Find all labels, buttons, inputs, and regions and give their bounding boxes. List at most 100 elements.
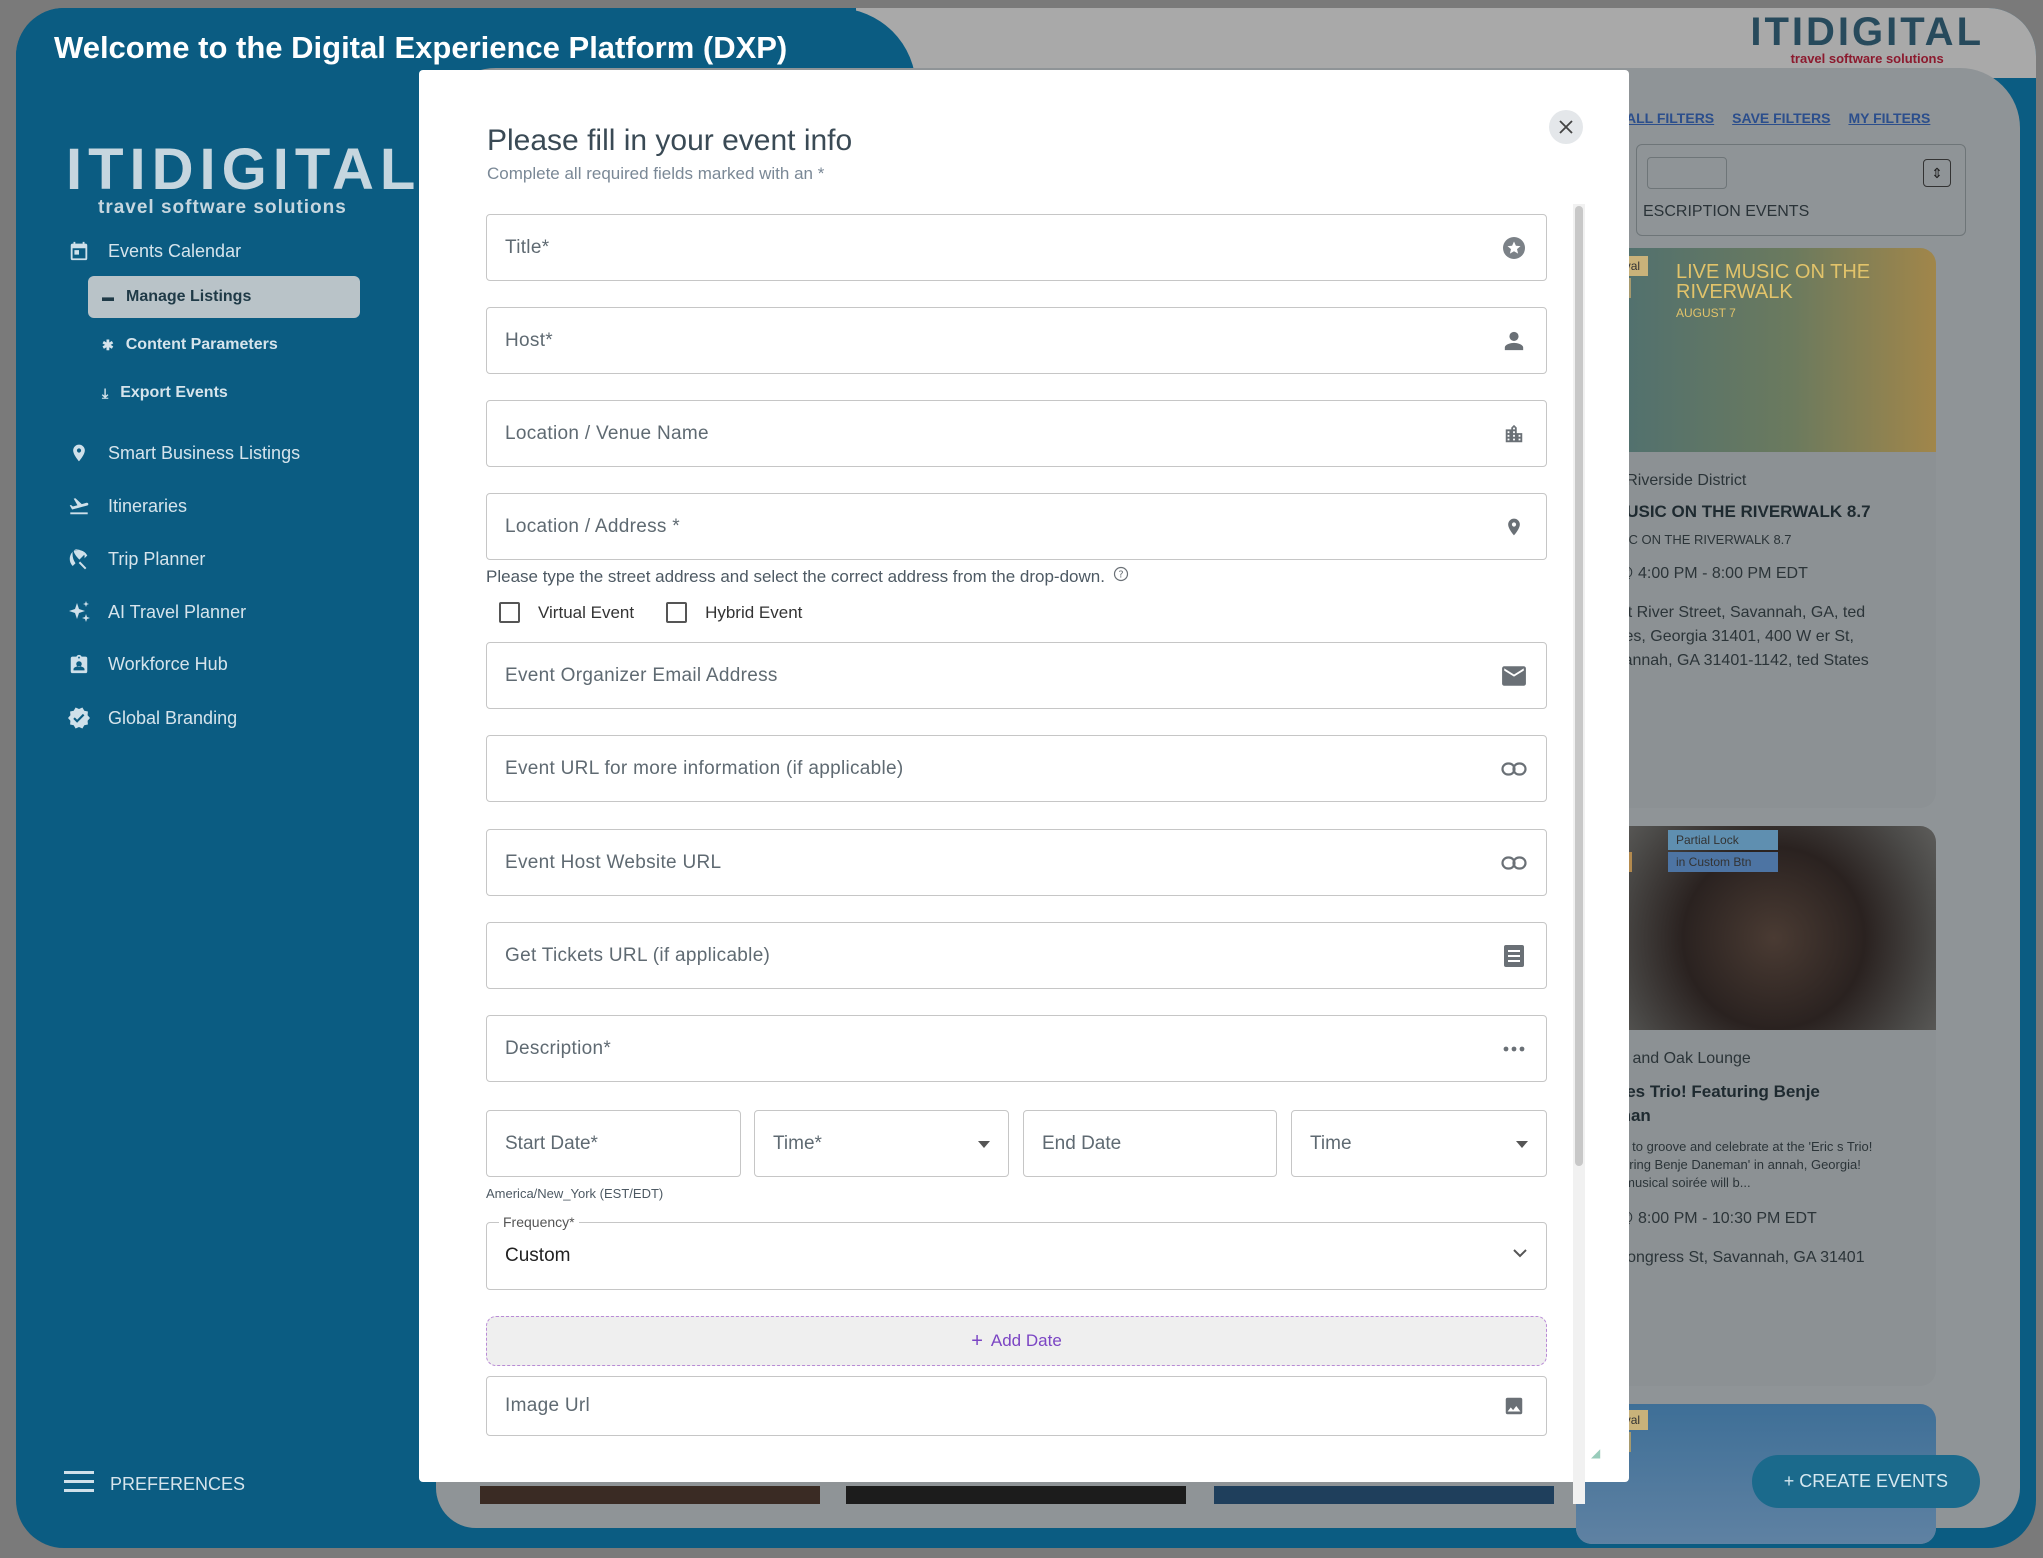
add-date-button[interactable]: + Add Date [486,1316,1547,1366]
event-address: West River Street, Savannah, GA, ted Sta… [1596,604,1869,669]
title-field[interactable]: Title* [486,214,1547,281]
image-url-label: Image Url [505,1395,591,1416]
expand-filters-button[interactable]: ⇕ [1923,159,1951,187]
calendar-icon [66,238,92,264]
add-date-label: Add Date [990,1331,1062,1350]
sidebar-item-ai-travel-planner[interactable]: AI Travel Planner [66,599,246,625]
map-pin-icon [1500,513,1528,541]
sidebar-item-smart-business-listings[interactable]: Smart Business Listings [66,440,300,466]
frequency-label: Frequency* [499,1214,579,1230]
filter-box: ⇕ ESCRIPTION EVENTS [1636,144,1966,236]
sidebar-item-label: Trip Planner [108,548,206,569]
sidebar-logo: ITIDIGITAL travel software solutions [66,136,421,219]
event-info-modal: Please fill in your event info Complete … [419,70,1629,1504]
sidebar: ITIDIGITAL travel software solutions Eve… [16,88,436,1548]
caret-down-icon [978,1135,990,1153]
event-thumbnail [846,1486,1186,1504]
sidebar-subitem-manage-listings[interactable]: ▬ Manage Listings [88,276,360,318]
organizer-email-label: Event Organizer Email Address [505,664,778,686]
event-venue: ickel and Oak Lounge [1596,1050,1751,1067]
start-time-label: Time* [773,1132,822,1154]
preferences-button[interactable]: PREFERENCES [64,1469,245,1500]
address-helper: Please type the street address and selec… [486,566,1129,587]
event-photo: proved entbrite Partial Lock in Custom B… [1576,826,1936,1030]
event-card[interactable]: LIVE MUSIC ON THE RIVERWALK AUGUST 7 g a… [1576,248,1936,808]
sidebar-item-itineraries[interactable]: Itineraries [66,493,187,519]
host-website-field[interactable]: Event Host Website URL [486,829,1547,896]
sidebar-subitem-content-parameters[interactable]: ✱ Content Parameters [88,324,360,366]
event-card[interactable]: proved entbrite Partial Lock in Custom B… [1576,826,1936,1386]
close-button[interactable] [1549,110,1583,144]
sidebar-logo-word: ITIDIGITAL [66,137,422,202]
help-icon[interactable]: ? [1113,566,1129,587]
filter-input[interactable] [1647,157,1727,189]
star-icon [1500,234,1528,262]
sidebar-subitem-label: Manage Listings [126,288,252,305]
save-filters-link[interactable]: SAVE FILTERS [1732,110,1830,126]
plane-icon [66,493,92,519]
venue-name-field[interactable]: Location / Venue Name [486,400,1547,467]
sidebar-item-label: Workforce Hub [108,653,228,674]
end-date-field[interactable]: End Date [1023,1110,1277,1177]
sidebar-item-label: Itineraries [108,495,188,516]
modal-subtitle: Complete all required fields marked with… [487,164,825,183]
end-time-label: Time [1310,1132,1352,1154]
verified-icon [66,705,92,731]
tickets-url-field[interactable]: Get Tickets URL (if applicable) [486,922,1547,989]
sidebar-item-workforce-hub[interactable]: Workforce Hub [66,651,228,677]
sidebar-item-events-calendar[interactable]: Events Calendar [66,238,241,264]
address-field[interactable]: Location / Address * [486,493,1547,560]
checkbox-box[interactable] [499,602,520,623]
address-field-label: Location / Address * [505,515,680,537]
sidebar-subitem-label: Export Events [120,384,228,401]
frequency-select[interactable]: Frequency* Custom [486,1214,1547,1290]
person-icon [1500,327,1528,355]
download-icon: ⤓ [102,384,109,401]
organizer-email-field[interactable]: Event Organizer Email Address [486,642,1547,709]
hybrid-event-checkbox[interactable]: Hybrid Event [666,602,802,623]
building-icon [1500,420,1528,448]
sidebar-item-label: Events Calendar [108,240,242,261]
virtual-event-checkbox[interactable]: Virtual Event [499,602,634,623]
all-filters-link[interactable]: ALL FILTERS [1626,110,1714,126]
map-pin-icon [66,440,92,466]
close-icon [1559,120,1573,134]
description-field[interactable]: Description* [486,1015,1547,1082]
start-time-select[interactable]: Time* [754,1110,1009,1177]
event-title: E MUSIC ON THE RIVERWALK 8.7 [1596,502,1871,521]
sidebar-item-trip-planner[interactable]: Trip Planner [66,546,205,572]
checkbox-box[interactable] [666,602,688,623]
sidebar-subitem-export-events[interactable]: ⤓ Export Events [88,372,360,414]
event-thumbnail [1214,1486,1554,1504]
filter-desc-label: ESCRIPTION EVENTS [1643,203,1810,220]
svg-text:?: ? [1118,570,1123,581]
event-date: j 7 @ 8:00 PM - 10:30 PM EDT [1596,1210,1817,1227]
preferences-label: PREFERENCES [110,1474,246,1494]
event-date: j 7 @ 4:00 PM - 8:00 PM EDT [1596,565,1808,582]
more-icon [1500,1035,1528,1063]
sidebar-item-global-branding[interactable]: Global Branding [66,705,237,731]
virtual-event-label: Virtual Event [538,602,635,622]
list-icon: ▬ [102,290,114,304]
scrollbar-thumb[interactable] [1575,206,1583,1166]
frequency-value: Custom [505,1245,571,1266]
caret-down-icon [1516,1135,1528,1153]
event-address: W Congress St, Savannah, GA 31401 [1596,1249,1865,1266]
host-field[interactable]: Host* [486,307,1547,374]
timezone-text: America/New_York (EST/EDT) [486,1186,664,1201]
tickets-url-label: Get Tickets URL (if applicable) [505,944,771,966]
ticket-icon [1500,942,1528,970]
poster-title: LIVE MUSIC ON THE RIVERWALK [1676,261,1871,303]
sidebar-subitem-label: Content Parameters [125,336,278,353]
host-website-label: Event Host Website URL [505,851,722,873]
image-url-field[interactable]: Image Url [486,1376,1547,1436]
my-filters-link[interactable]: MY FILTERS [1848,110,1930,126]
event-subtitle: ready to groove and celebrate at the 'Er… [1596,1139,1873,1190]
create-events-button[interactable]: + CREATE EVENTS [1751,1455,1980,1508]
start-date-field[interactable]: Start Date* [486,1110,741,1177]
start-date-label: Start Date* [505,1132,598,1154]
resize-handle[interactable]: ◢ [1591,1446,1603,1460]
end-time-select[interactable]: Time [1291,1110,1547,1177]
event-venue: lant Riverside District [1596,472,1747,489]
event-url-field[interactable]: Event URL for more information (if appli… [486,735,1547,802]
